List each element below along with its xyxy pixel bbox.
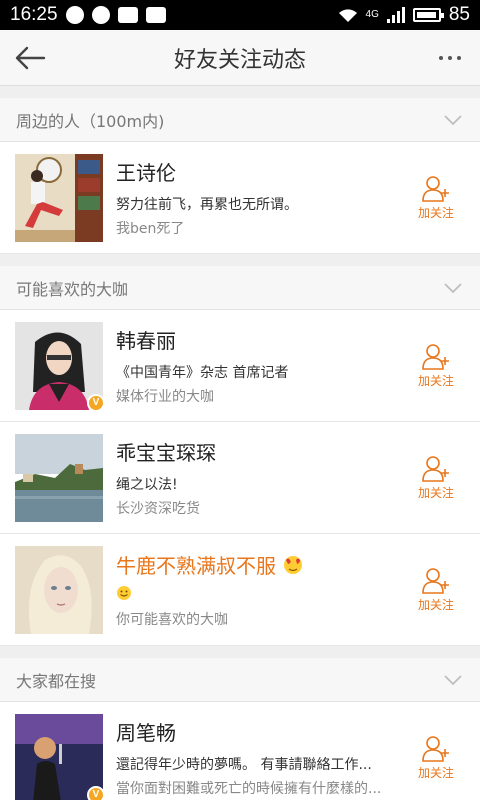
section-header-trending-search[interactable]: 大家都在搜 <box>0 658 480 702</box>
smile-emoji-icon <box>117 586 131 600</box>
chevron-down-icon <box>444 282 462 293</box>
network-type: 4G <box>365 9 379 20</box>
follow-button[interactable]: 加关注 <box>407 455 465 501</box>
back-button[interactable] <box>0 30 60 86</box>
follow-label: 加关注 <box>417 205 454 220</box>
section-header-stars[interactable]: 可能喜欢的大咖 <box>0 266 480 310</box>
follow-label: 加关注 <box>417 485 454 500</box>
more-button[interactable] <box>420 30 480 86</box>
battery-icon <box>412 8 444 22</box>
user-name: 王诗伦 <box>116 161 176 185</box>
verified-badge-icon: V <box>87 393 105 412</box>
user-name: 牛鹿不熟满叔不服 <box>116 554 276 578</box>
section-title: 大家都在搜 <box>16 671 97 691</box>
section-header-nearby[interactable]: 周边的人（100m内) <box>0 98 480 142</box>
avatar[interactable]: V <box>15 713 105 800</box>
follow-button[interactable]: 加关注 <box>407 735 465 781</box>
follow-label: 加关注 <box>417 373 454 388</box>
user-name: 乖宝宝琛琛 <box>116 441 216 465</box>
add-user-icon <box>422 735 449 762</box>
battery-level: 85 <box>448 4 470 25</box>
add-user-icon <box>422 343 449 370</box>
image-icon <box>145 7 166 23</box>
avatar[interactable] <box>15 433 103 522</box>
follow-label: 加关注 <box>417 765 454 780</box>
user-name: 周笔畅 <box>116 721 176 745</box>
add-user-icon <box>422 455 449 482</box>
nav-bar: 好友关注动态 <box>0 30 480 86</box>
user-subtitle: 长沙资深吃货 <box>116 501 200 517</box>
user-subtitle: 當你面對困難或死亡的時候擁有什麼樣的... <box>116 781 382 797</box>
user-subtitle: 你可能喜欢的大咖 <box>116 612 228 628</box>
user-name: 韩春丽 <box>116 329 176 353</box>
list-item[interactable]: 乖宝宝琛琛 绳之以法! 长沙资深吃货 加关注 <box>0 422 480 534</box>
section-title: 可能喜欢的大咖 <box>16 279 129 299</box>
user-subtitle: 我ben死了 <box>116 221 185 237</box>
list-item[interactable]: V 韩春丽 《中国青年》杂志 首席记者 媒体行业的大咖 加关注 <box>0 310 480 422</box>
user-description: 《中国青年》杂志 首席记者 <box>116 365 289 381</box>
signal-icon <box>386 7 405 23</box>
list-item[interactable]: 牛鹿不熟满叔不服 你可能喜欢的大咖 加关注 <box>0 534 480 646</box>
wifi-icon <box>338 9 357 22</box>
avatar[interactable]: V <box>15 321 105 412</box>
chevron-down-icon <box>444 674 462 685</box>
avatar[interactable] <box>15 545 103 634</box>
message-icon <box>65 6 84 24</box>
list-item[interactable]: V 周笔畅 還記得年少時的夢嗎。 有事請聯絡工作... 當你面對困難或死亡的時候… <box>0 702 480 800</box>
emoji-icon <box>284 555 302 574</box>
user-description: 努力往前飞，再累也无所谓。 <box>116 197 298 213</box>
section-title: 周边的人（100m内) <box>16 111 165 131</box>
status-time: 16:25 <box>10 4 58 25</box>
follow-button[interactable]: 加关注 <box>407 343 465 389</box>
avatar[interactable] <box>15 153 103 242</box>
user-description: 绳之以法! <box>116 477 178 493</box>
more-dots-icon <box>439 55 443 60</box>
page-title: 好友关注动态 <box>173 47 306 73</box>
user-description: 還記得年少時的夢嗎。 有事請聯絡工作... <box>116 757 372 773</box>
add-user-icon <box>422 567 449 594</box>
q-app-icon <box>91 6 110 24</box>
verified-badge-icon: V <box>87 785 105 800</box>
user-subtitle: 媒体行业的大咖 <box>116 389 214 405</box>
add-user-icon <box>422 175 449 202</box>
follow-button[interactable]: 加关注 <box>407 175 465 221</box>
chevron-down-icon <box>444 114 462 125</box>
list-item[interactable]: 王诗伦 努力往前飞，再累也无所谓。 我ben死了 加关注 <box>0 142 480 254</box>
back-arrow-icon <box>15 46 46 69</box>
follow-button[interactable]: 加关注 <box>407 567 465 613</box>
follow-label: 加关注 <box>417 597 454 612</box>
mail-icon <box>117 7 138 23</box>
status-bar: 16:25 4G 85 <box>0 0 480 30</box>
